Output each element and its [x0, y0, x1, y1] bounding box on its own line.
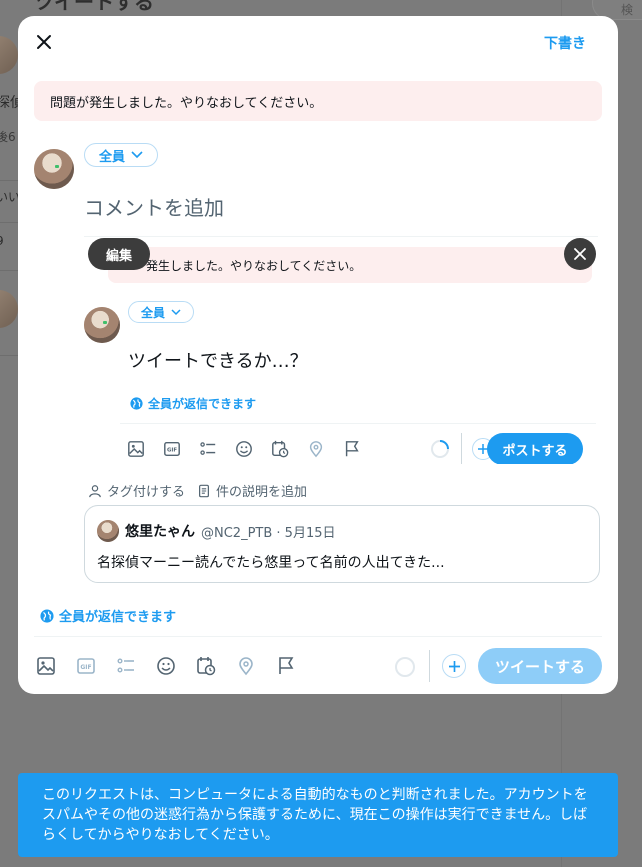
audience-selector[interactable]: 全員 [84, 143, 158, 167]
quoted-tweet-author-name: 悠里たゃん [125, 524, 195, 540]
tag-people-button[interactable]: タグ付けする [88, 481, 185, 500]
quoted-tweet-text: 名探偵マーニー読んでたら悠里って名前の人出てきた... [97, 555, 445, 571]
calendar-clock-icon [197, 657, 216, 676]
embedded-divider [120, 423, 596, 424]
background-divider [0, 222, 20, 223]
flag-button[interactable] [340, 437, 364, 461]
close-icon [574, 248, 586, 260]
poll-button[interactable] [196, 437, 220, 461]
quoted-composer-preview: 発生しました。やりなおしてください。 全員 ツイートできるか…？ 全員が返信でき… [84, 236, 598, 464]
close-icon [37, 35, 51, 49]
embedded-avatar [84, 307, 120, 343]
add-thread-button[interactable] [442, 654, 466, 678]
comment-input[interactable]: コメントを追加 [84, 192, 224, 221]
reply-setting-label: 全員が返信できます [59, 610, 177, 625]
audience-label: 全員 [98, 149, 125, 165]
error-toast: このリクエストは、コンピュータによる自動的なものと判断されました。アカウントをス… [18, 773, 618, 857]
schedule-button[interactable] [194, 654, 218, 678]
plus-icon [448, 660, 460, 672]
background-search-text: 検 [621, 3, 634, 17]
emoji-icon [236, 441, 252, 457]
poll-icon [200, 442, 216, 455]
character-count-ring-icon [431, 440, 449, 458]
globe-icon [130, 397, 143, 410]
embedded-reply-setting[interactable]: 全員が返信できます [130, 395, 256, 412]
background-snippet: いい [0, 190, 21, 204]
media-button[interactable] [34, 654, 58, 678]
poll-icon [117, 658, 134, 673]
edit-button[interactable]: 編集 [88, 238, 150, 270]
embedded-audience-label: 全員 [140, 305, 165, 320]
schedule-button[interactable] [268, 437, 292, 461]
document-icon [199, 484, 210, 497]
embedded-error-text: 発生しました。やりなおしてください。 [146, 259, 362, 273]
globe-icon [40, 608, 54, 623]
embedded-toolbar: GIF [124, 437, 364, 461]
chevron-down-icon [131, 151, 143, 159]
calendar-clock-icon [272, 440, 289, 458]
embedded-reply-setting-label: 全員が返信できます [148, 397, 257, 411]
person-icon [89, 484, 101, 497]
compose-modal: 下書き 問題が発生しました。やりなおしてください。 全員 コメントを追加 発生し… [18, 16, 618, 694]
gif-icon: GIF [77, 658, 95, 674]
toolbar-top-divider [34, 636, 602, 637]
emoji-icon [157, 657, 175, 675]
location-pin-icon [239, 657, 253, 676]
gif-button[interactable]: GIF [160, 437, 184, 461]
close-button[interactable] [32, 30, 56, 54]
gif-button[interactable]: GIF [74, 654, 98, 678]
error-banner: 問題が発生しました。やりなおしてください。 [34, 81, 602, 121]
quoted-tweet-header: 悠里たゃん @NC2_PTB · 5月15日 [97, 520, 335, 542]
add-description-button[interactable]: 件の説明を追加 [197, 481, 307, 500]
remove-attachment-button[interactable] [564, 238, 596, 270]
toolbar-divider [461, 433, 462, 464]
background-divider [0, 270, 20, 271]
main-toolbar: GIF [34, 654, 298, 678]
tweet-button[interactable]: ツイートする [478, 648, 602, 684]
background-page-title: ツイートする [34, 0, 154, 14]
location-button[interactable] [234, 654, 258, 678]
chevron-down-icon [171, 308, 181, 315]
toolbar-divider [429, 650, 430, 682]
media-meta-row: タグ付けする 件の説明を追加 [88, 481, 307, 500]
poll-button[interactable] [114, 654, 138, 678]
tag-people-label: タグ付けする [107, 485, 186, 500]
embedded-audience-selector[interactable]: 全員 [128, 301, 194, 323]
location-button[interactable] [304, 437, 328, 461]
flag-icon [279, 657, 294, 674]
embedded-error-banner: 発生しました。やりなおしてください。 [108, 247, 592, 283]
background-avatar [0, 290, 18, 328]
character-count-ring-icon [395, 657, 415, 677]
svg-text:GIF: GIF [167, 448, 177, 454]
drafts-button[interactable]: 下書き [544, 33, 586, 53]
image-icon [128, 441, 144, 457]
quoted-tweet-card[interactable]: 悠里たゃん @NC2_PTB · 5月15日 名探偵マーニー読んでたら悠里って名… [84, 505, 600, 583]
emoji-button[interactable] [154, 654, 178, 678]
background-avatar [0, 36, 18, 74]
background-snippet: 9 [0, 234, 4, 248]
media-button[interactable] [124, 437, 148, 461]
quoted-tweet-avatar [97, 520, 119, 542]
quoted-tweet-handle: @NC2_PTB · 5月15日 [201, 525, 336, 541]
reply-setting[interactable]: 全員が返信できます [40, 606, 176, 625]
embedded-tweet-text: ツイートできるか…？ [128, 351, 308, 372]
add-description-label: 件の説明を追加 [216, 485, 308, 500]
location-pin-icon [309, 441, 323, 458]
emoji-button[interactable] [232, 437, 256, 461]
post-button[interactable]: ポストする [487, 433, 583, 464]
gif-icon: GIF [164, 441, 180, 457]
user-avatar[interactable] [34, 149, 74, 189]
image-icon [37, 657, 55, 675]
background-divider [0, 180, 20, 181]
svg-text:GIF: GIF [80, 664, 91, 671]
background-divider [0, 355, 20, 356]
background-snippet: 後6 [0, 130, 16, 144]
flag-icon [345, 441, 359, 457]
flag-button[interactable] [274, 654, 298, 678]
